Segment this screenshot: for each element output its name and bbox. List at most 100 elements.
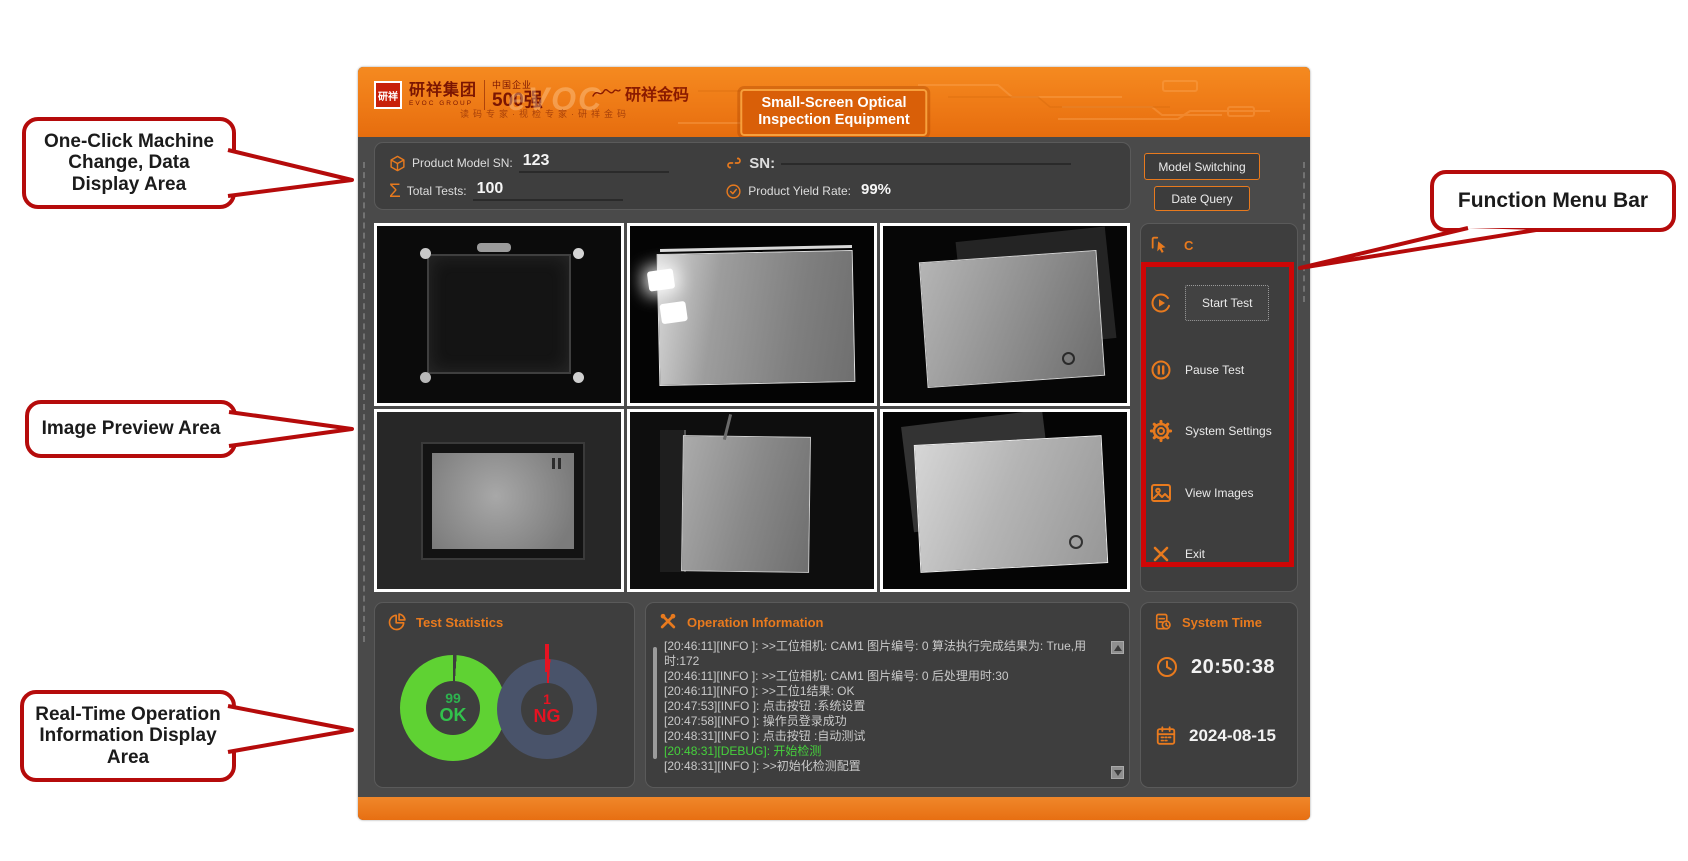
ng-donut-chart: 1 NG [497, 659, 597, 759]
log-body[interactable]: [20:46:11][INFO ]: >>工位相机: CAM1 图片编号: 0 … [646, 637, 1129, 783]
time-title: System Time [1182, 615, 1262, 630]
total-tests-field: Σ Total Tests: 100 [389, 178, 725, 204]
system-time-row: 20:50:38 [1155, 655, 1275, 679]
time-header: System Time [1141, 603, 1297, 636]
menu-item-system-settings[interactable]: System Settings [1141, 419, 1297, 443]
product-model-field: Product Model SN: 123 [389, 150, 725, 176]
sn-link-icon [725, 154, 743, 172]
yield-rate-label: Product Yield Rate: [748, 184, 851, 198]
log-line-debug: [20:48:31][DEBUG]: 开始检测 [664, 744, 1105, 759]
inspection-app-window: 研祥 研祥集团 EVOC GROUP 中国企业 500强 eVOC 研祥金码 读… [358, 67, 1310, 820]
sn-value[interactable] [781, 161, 1071, 165]
ng-label: NG [534, 707, 561, 726]
preview-image-4[interactable] [374, 409, 624, 592]
app-footer-bar [358, 797, 1310, 820]
menu-header: C [1141, 224, 1297, 256]
view-images-label: View Images [1185, 486, 1253, 500]
yield-rate-value: 99% [857, 182, 895, 200]
model-switching-button[interactable]: Model Switching [1144, 153, 1260, 180]
date-query-button[interactable]: Date Query [1154, 186, 1250, 211]
total-tests-value: 100 [473, 181, 623, 202]
callout-realtime-info-area: Real-Time Operation Information Display … [20, 690, 236, 782]
ok-donut-chart: 99 OK [400, 655, 506, 761]
callout-pointer-image-preview [229, 412, 352, 446]
circuit-decoration [363, 162, 365, 642]
crossed-tools-icon [658, 612, 678, 632]
log-scroll-down-button[interactable] [1111, 766, 1124, 779]
preview-image-6[interactable] [880, 409, 1130, 592]
preview-image-3[interactable] [880, 223, 1130, 406]
image-icon [1149, 481, 1173, 505]
start-test-button[interactable]: Start Test [1185, 285, 1269, 321]
gear-icon [1149, 419, 1173, 443]
doc-clock-icon [1153, 612, 1173, 632]
image-preview-grid [374, 223, 1130, 592]
system-date-row: 2024-08-15 [1155, 725, 1276, 747]
evoc-logo-icon: 研祥 [374, 81, 402, 109]
pause-icon [1149, 358, 1173, 382]
time-value: 20:50:38 [1191, 656, 1275, 679]
log-line: [20:47:58][INFO ]: 操作员登录成功 [664, 714, 1105, 729]
exit-label: Exit [1185, 547, 1205, 561]
callout-pointer-data-display [228, 150, 352, 196]
ok-count: 99 [445, 691, 461, 706]
brand-slogan: 读码专家·视检专家·研祥金码 [460, 107, 630, 120]
product-model-value: 123 [519, 153, 669, 174]
pause-test-label: Pause Test [1185, 363, 1244, 377]
date-value: 2024-08-15 [1189, 726, 1276, 746]
callout-pointer-realtime-info [228, 706, 352, 752]
menu-item-pause-test[interactable]: Pause Test [1141, 358, 1297, 382]
ng-count: 1 [543, 692, 551, 707]
clock-icon [1155, 655, 1179, 679]
log-line: [20:46:11][INFO ]: >>工位1结果: OK [664, 684, 1105, 699]
operation-information-panel: Operation Information [20:46:11][INFO ]:… [645, 602, 1130, 788]
menu-item-view-images[interactable]: View Images [1141, 481, 1297, 505]
log-line: [20:48:31][INFO ]: >>初始化检测配置 [664, 759, 1105, 774]
callout-pointer-function-menu [1300, 228, 1536, 268]
function-menu-panel: C Start Test Pause Test [1140, 223, 1298, 592]
sn-field: SN: [725, 150, 1120, 176]
play-restart-icon [1149, 291, 1173, 315]
log-scroll-up-button[interactable] [1111, 641, 1124, 654]
callout-data-display-area: One-Click Machine Change, Data Display A… [22, 117, 236, 209]
menu-header-label: C [1184, 238, 1193, 253]
callout-function-menu-bar: Function Menu Bar [1430, 170, 1676, 232]
script-squiggle-icon [591, 86, 621, 100]
log-scrollbar[interactable] [653, 647, 657, 759]
log-header: Operation Information [646, 603, 1129, 636]
menu-item-start-test[interactable]: Start Test [1141, 285, 1297, 321]
preview-image-5[interactable] [627, 409, 877, 592]
ok-label: OK [440, 706, 467, 725]
yield-rate-field: Product Yield Rate: 99% [725, 178, 1120, 204]
preview-image-1[interactable] [374, 223, 624, 406]
circuit-decoration [1303, 162, 1305, 302]
pie-chart-icon [387, 612, 407, 632]
sn-label: SN: [749, 155, 775, 172]
system-settings-label: System Settings [1185, 424, 1272, 438]
log-line: [20:47:53][INFO ]: 点击按钮 :系统设置 [664, 699, 1105, 714]
app-title-badge: Small-Screen Optical Inspection Equipmen… [740, 89, 927, 136]
box-icon [389, 155, 406, 172]
app-title-line1: Small-Screen Optical [758, 95, 909, 112]
stats-title: Test Statistics [416, 615, 503, 630]
callout-text: Image Preview Area [42, 418, 221, 439]
product-model-label: Product Model SN: [412, 156, 513, 170]
log-line: [20:46:11][INFO ]: >>工位相机: CAM1 图片编号: 0 … [664, 669, 1105, 684]
data-display-panel: Product Model SN: 123 SN: Σ Total Tests:… [374, 142, 1131, 210]
callout-image-preview-area: Image Preview Area [25, 400, 237, 458]
logo-divider [484, 80, 485, 110]
log-line: [20:46:11][INFO ]: >>工位相机: CAM1 图片编号: 0 … [664, 639, 1105, 669]
menu-item-exit[interactable]: Exit [1141, 542, 1297, 566]
callout-text: One-Click Machine Change, Data Display A… [36, 131, 222, 195]
preview-image-2[interactable] [627, 223, 877, 406]
calendar-icon [1155, 725, 1177, 747]
close-icon [1149, 542, 1173, 566]
sigma-icon: Σ [389, 182, 401, 201]
check-circle-icon [725, 183, 742, 200]
gold-brand-name: 研祥金码 [591, 81, 689, 105]
callout-text: Real-Time Operation Information Display … [34, 704, 222, 768]
app-header: 研祥 研祥集团 EVOC GROUP 中国企业 500强 eVOC 研祥金码 读… [358, 67, 1310, 137]
ng-tick-marker [545, 644, 549, 672]
brand-name: 研祥集团 [409, 83, 477, 99]
annotated-screenshot-canvas: One-Click Machine Change, Data Display A… [0, 0, 1688, 861]
